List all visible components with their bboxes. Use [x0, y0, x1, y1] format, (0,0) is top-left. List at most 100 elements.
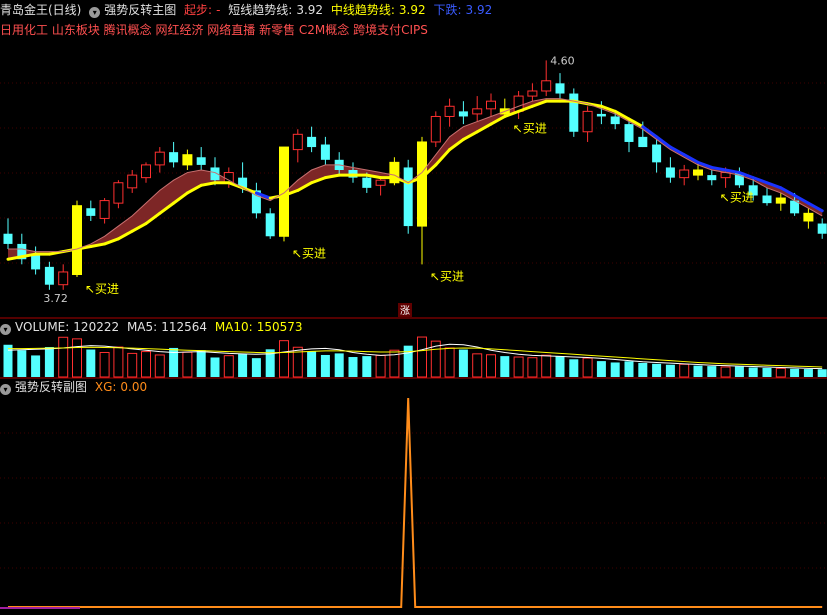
- volume-bar: [486, 354, 496, 378]
- candle-body: [638, 136, 648, 148]
- volume-bar: [817, 369, 827, 377]
- candle: [196, 147, 206, 170]
- candle-body: [141, 164, 151, 179]
- candle: [707, 170, 717, 186]
- candle: [251, 182, 261, 219]
- candle-body: [665, 167, 675, 178]
- ma10-value: 150573: [256, 320, 303, 334]
- volume-bar: [113, 346, 124, 378]
- indicator-menu-icon[interactable]: ▾: [89, 7, 101, 18]
- candle-body: [582, 110, 593, 133]
- candle: [389, 157, 400, 186]
- sub-menu-icon[interactable]: ▾: [0, 384, 11, 395]
- candle: [44, 261, 54, 290]
- candle: [86, 200, 96, 221]
- start-label: 起步:: [184, 3, 213, 17]
- candle-body: [817, 223, 827, 234]
- candle: [58, 264, 69, 290]
- candle: [555, 73, 565, 99]
- candle-body: [430, 115, 441, 143]
- volume-bar: [44, 347, 54, 377]
- candle: [652, 139, 662, 173]
- signal-candle-body: [775, 197, 786, 204]
- candle: [141, 162, 151, 183]
- candle-body: [569, 93, 579, 132]
- volume-bar: [638, 362, 648, 377]
- volume-bar: [362, 356, 372, 377]
- candle: [569, 88, 579, 137]
- volume-bar: [196, 350, 206, 377]
- volume-bar: [99, 351, 110, 378]
- down-label: 下跌:: [433, 3, 462, 17]
- candle-body: [127, 174, 138, 189]
- candle: [624, 119, 634, 153]
- candle-body: [362, 177, 372, 188]
- candle: [113, 180, 124, 209]
- volume-bar: [527, 357, 538, 378]
- volume-bar: [348, 357, 358, 377]
- candle: [154, 147, 165, 173]
- signal-candle-body: [182, 154, 193, 166]
- candle: [417, 136, 427, 265]
- candle: [679, 164, 690, 186]
- candle-body: [3, 233, 13, 244]
- sub-title[interactable]: 强势反转副图: [15, 380, 87, 394]
- candle-body: [527, 90, 538, 97]
- stock-name[interactable]: 青岛金王(日线): [0, 3, 81, 17]
- volume-bar: [127, 352, 138, 378]
- down-trend-segment: [641, 125, 659, 139]
- volume-bar: [569, 359, 579, 377]
- candle-body: [679, 169, 690, 179]
- chart-canvas: ↖买进↖买进↖买进↖买进↖买进↖买进 涨 4.60 3.72: [0, 54, 827, 609]
- start-value: -: [216, 3, 221, 17]
- candle: [265, 208, 275, 239]
- main-header: 青岛金王(日线) ▾ 强势反转主图 起步: - 短线趋势线: 3.92 中线趋势线: 3…: [0, 2, 496, 18]
- buy-signal-label: ↖买进: [292, 246, 326, 260]
- candle-body: [707, 175, 717, 181]
- candle-body: [403, 167, 413, 227]
- volume-header: ▾ VOLUME: 120222 MA5: 112564 MA10: 150573: [0, 319, 307, 335]
- buy-signals: ↖买进↖买进↖买进↖买进↖买进↖买进: [85, 121, 754, 296]
- volume-bar: [403, 345, 413, 377]
- xg-series: [0, 397, 823, 609]
- candle: [527, 83, 538, 102]
- volume-bar: [182, 351, 193, 378]
- candle-body: [265, 213, 275, 237]
- volume-bar: [17, 350, 27, 377]
- buy-signal-label: ↖买进: [720, 190, 754, 204]
- candle: [320, 136, 330, 165]
- candle-body: [472, 108, 483, 115]
- candle-body: [375, 179, 386, 186]
- volume-bar: [624, 361, 634, 377]
- indicator-main-title[interactable]: 强势反转主图: [104, 3, 176, 17]
- volume-bar: [86, 349, 96, 377]
- divider-badge: 涨: [400, 305, 410, 317]
- ma5-label: MA5:: [126, 320, 158, 334]
- volume-bar: [582, 357, 593, 378]
- candle-body: [624, 124, 634, 142]
- volume-bar: [652, 363, 662, 377]
- volume-bar: [513, 356, 524, 378]
- candle: [458, 101, 468, 125]
- volume-bar: [555, 356, 565, 377]
- volume-bar: [320, 354, 330, 377]
- candle-body: [44, 266, 54, 285]
- candle: [307, 126, 317, 153]
- volume-bar: [610, 362, 620, 377]
- candle-body: [444, 105, 455, 117]
- volume-bar: [693, 365, 703, 377]
- candle-body: [169, 152, 179, 163]
- volume-bar: [596, 361, 606, 377]
- volume-bar: [238, 354, 248, 377]
- candle-body: [320, 144, 330, 160]
- candle-body: [154, 151, 165, 166]
- volume-bar: [31, 355, 41, 377]
- volume-menu-icon[interactable]: ▾: [0, 324, 11, 335]
- candle-body: [113, 182, 124, 204]
- volume-bar: [803, 369, 813, 377]
- candlestick-series: [3, 60, 827, 290]
- candle: [169, 141, 179, 168]
- candle-body: [223, 172, 234, 184]
- volume-bar: [223, 355, 234, 378]
- buy-signal-label: ↖买进: [85, 282, 119, 296]
